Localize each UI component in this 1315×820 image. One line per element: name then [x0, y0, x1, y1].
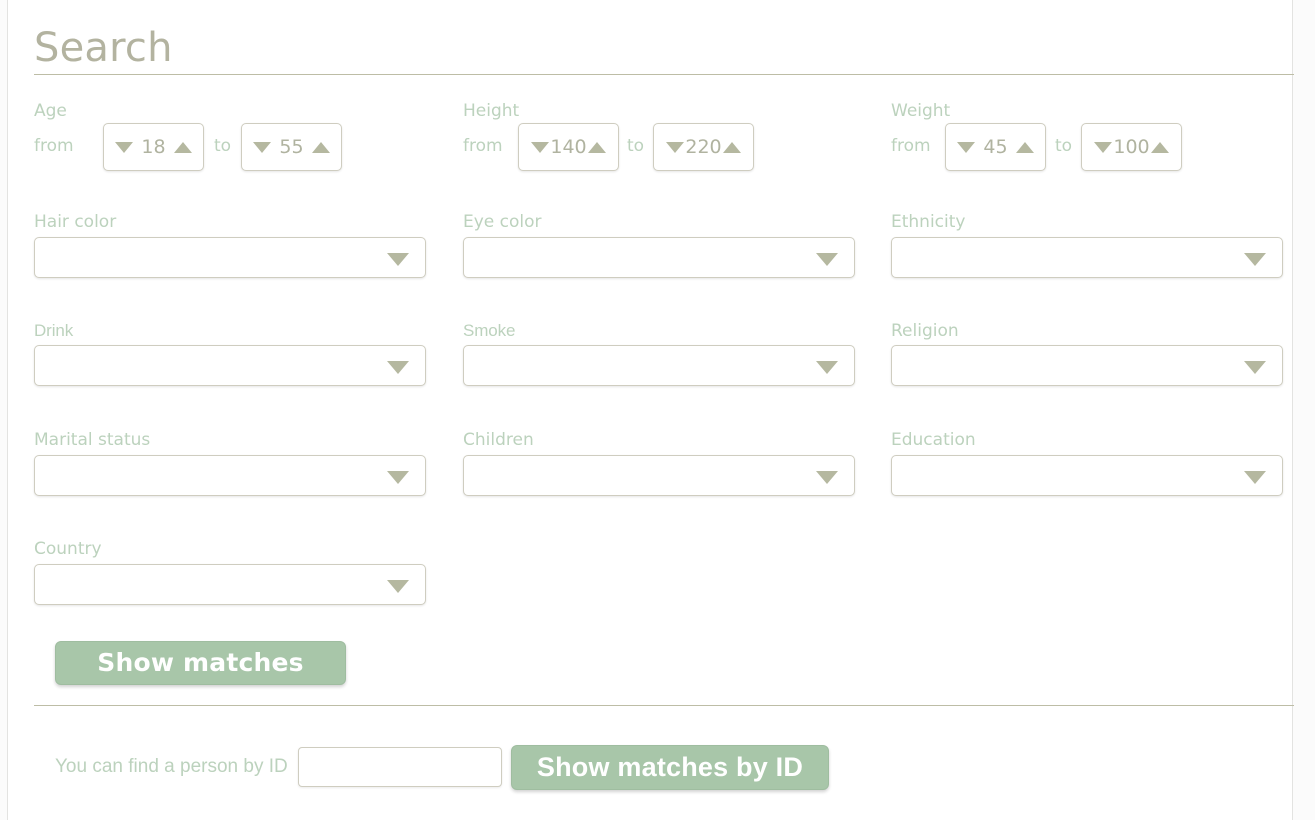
height-from-stepper[interactable]: 140 [518, 123, 619, 171]
triangle-down-icon[interactable] [1094, 141, 1113, 153]
triangle-down-icon[interactable] [666, 141, 685, 153]
chevron-down-icon[interactable] [387, 360, 409, 374]
chevron-down-icon[interactable] [1244, 252, 1266, 266]
title-divider [34, 74, 1294, 75]
children-select[interactable] [463, 455, 855, 496]
chevron-down-icon[interactable] [816, 470, 838, 484]
smoke-select[interactable] [463, 345, 855, 386]
triangle-up-icon[interactable] [173, 141, 192, 153]
height-to-stepper[interactable]: 220 [653, 123, 754, 171]
education-label: Education [891, 430, 976, 450]
weight-label: Weight [891, 101, 951, 121]
drink-select[interactable] [34, 345, 426, 386]
chevron-down-icon[interactable] [1244, 360, 1266, 374]
age-to-stepper[interactable]: 55 [241, 123, 342, 171]
height-to-word: to [627, 136, 645, 156]
weight-to-word: to [1055, 136, 1073, 156]
weight-from-value: 45 [983, 136, 1008, 158]
weight-to-stepper[interactable]: 100 [1081, 123, 1182, 171]
chevron-down-icon[interactable] [387, 252, 409, 266]
weight-to-value: 100 [1113, 136, 1150, 158]
triangle-up-icon[interactable] [311, 141, 330, 153]
religion-select[interactable] [891, 345, 1283, 386]
marital-status-select[interactable] [34, 455, 426, 496]
height-from-value: 140 [550, 136, 587, 158]
marital-status-label: Marital status [34, 430, 151, 450]
eye-color-label: Eye color [463, 212, 542, 232]
triangle-down-icon[interactable] [957, 141, 976, 153]
smoke-label: Smoke [463, 321, 516, 340]
ethnicity-label: Ethnicity [891, 212, 966, 232]
children-label: Children [463, 430, 534, 450]
weight-from-stepper[interactable]: 45 [945, 123, 1046, 171]
search-panel-content: Search Age from 18 to 55 Height from 140… [28, 0, 1294, 820]
bottom-divider [34, 705, 1294, 706]
age-to-value: 55 [279, 136, 304, 158]
age-from-word: from [34, 136, 74, 156]
triangle-up-icon[interactable] [722, 141, 741, 153]
triangle-down-icon[interactable] [253, 141, 272, 153]
search-panel: Search Age from 18 to 55 Height from 140… [7, 0, 1294, 820]
hair-color-label: Hair color [34, 212, 117, 232]
chevron-down-icon[interactable] [387, 470, 409, 484]
height-label: Height [463, 101, 520, 121]
eye-color-select[interactable] [463, 237, 855, 278]
chevron-down-icon[interactable] [1244, 470, 1266, 484]
person-id-input[interactable] [298, 747, 502, 787]
triangle-up-icon[interactable] [587, 141, 606, 153]
chevron-down-icon[interactable] [816, 360, 838, 374]
show-matches-by-id-button[interactable]: Show matches by ID [511, 745, 829, 790]
country-select[interactable] [34, 564, 426, 605]
triangle-down-icon[interactable] [531, 141, 550, 153]
religion-label: Religion [891, 321, 959, 341]
chevron-down-icon[interactable] [816, 252, 838, 266]
id-lookup-hint: You can find a person by ID [55, 756, 288, 777]
page-background: Search Age from 18 to 55 Height from 140… [0, 0, 1315, 820]
height-from-word: from [463, 136, 503, 156]
drink-label: Drink [34, 321, 74, 340]
triangle-up-icon[interactable] [1015, 141, 1034, 153]
age-from-value: 18 [141, 136, 166, 158]
age-from-stepper[interactable]: 18 [103, 123, 204, 171]
ethnicity-select[interactable] [891, 237, 1283, 278]
height-to-value: 220 [685, 136, 722, 158]
hair-color-select[interactable] [34, 237, 426, 278]
show-matches-button[interactable]: Show matches [55, 641, 346, 685]
weight-from-word: from [891, 136, 931, 156]
age-to-word: to [214, 136, 232, 156]
country-label: Country [34, 539, 102, 559]
page-title: Search [34, 25, 173, 71]
triangle-up-icon[interactable] [1150, 141, 1169, 153]
age-label: Age [34, 101, 67, 121]
chevron-down-icon[interactable] [387, 579, 409, 593]
education-select[interactable] [891, 455, 1283, 496]
triangle-down-icon[interactable] [115, 141, 134, 153]
